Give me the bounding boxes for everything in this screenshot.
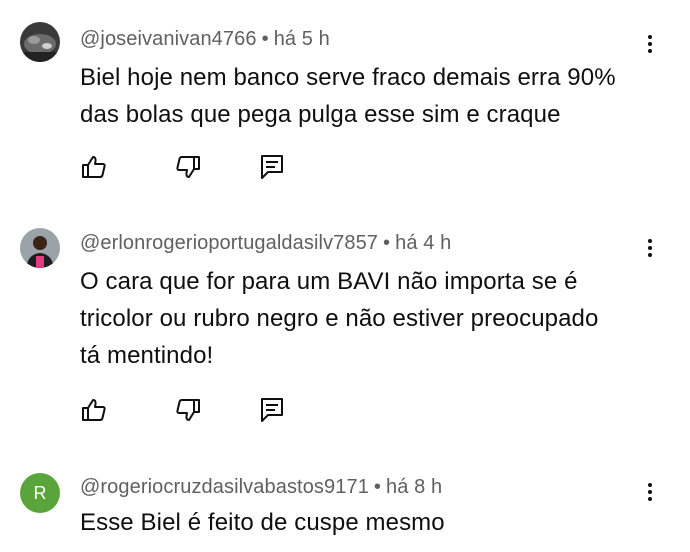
separator-dot: • (373, 476, 382, 498)
author-name[interactable]: @erlonrogerioportugaldasilv7857 (80, 232, 378, 254)
comment-text-line: tá mentindo! (80, 342, 214, 369)
more-vert-icon[interactable] (638, 236, 662, 260)
comment-text: Biel hoje nem banco serve fraco demais e… (80, 59, 670, 133)
more-vert-icon[interactable] (638, 480, 662, 504)
comment-time: há 5 h (273, 28, 330, 50)
comment-meta: @rogeriocruzdasilvabastos9171 • há 8 h (80, 476, 442, 499)
more-vert-icon[interactable] (638, 32, 662, 56)
comment-text-line: tricolor ou rubro negro e não estiver pr… (80, 305, 599, 332)
avatar[interactable] (20, 22, 60, 62)
thumbs-down-icon[interactable] (174, 396, 202, 424)
comment-meta: @erlonrogerioportugaldasilv7857 • há 4 h (80, 232, 451, 255)
comment-time: há 4 h (395, 232, 452, 254)
avatar-letter: R (33, 482, 47, 503)
author-name[interactable]: @joseivanivan4766 (80, 28, 257, 50)
comment-text-line: Biel hoje nem banco serve fraco demais e… (80, 64, 616, 91)
thumbs-up-icon[interactable] (80, 396, 108, 424)
separator-dot: • (383, 232, 391, 254)
comment-time: há 8 h (386, 476, 443, 498)
thumbs-down-icon[interactable] (174, 153, 202, 181)
comment-text-line: das bolas que pega pulga esse sim e craq… (80, 101, 561, 128)
avatar[interactable] (20, 228, 60, 268)
separator-dot: • (261, 28, 269, 50)
reply-comment-icon[interactable] (258, 396, 286, 424)
avatar[interactable]: R (20, 473, 60, 513)
comment-actions (80, 153, 480, 183)
author-name[interactable]: @rogeriocruzdasilvabastos9171 (80, 476, 369, 498)
comment-actions (80, 396, 480, 426)
comment-text-line: Esse Biel é feito de cuspe mesmo (80, 509, 445, 536)
comment-meta: @joseivanivan4766 • há 5 h (80, 28, 330, 51)
comment-text: O cara que for para um BAVI não importa … (80, 263, 670, 374)
thumbs-up-icon[interactable] (80, 153, 108, 181)
reply-comment-icon[interactable] (258, 153, 286, 181)
comment-text: Esse Biel é feito de cuspe mesmo (80, 504, 670, 541)
comment-text-line: O cara que for para um BAVI não importa … (80, 268, 578, 295)
